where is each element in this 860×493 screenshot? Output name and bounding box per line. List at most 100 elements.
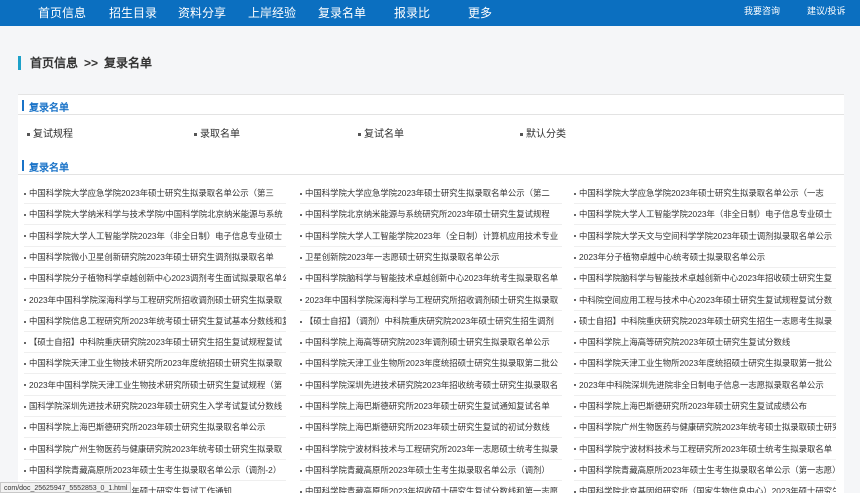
list-item-title: 硕士自招】中科院重庆研究院2023年硕士研究生招生一志愿考生拟录 <box>579 315 833 326</box>
list-item-title: 2023年中国科学院深海科学与工程研究所招收调剂硕士研究生拟录取 <box>305 294 559 305</box>
consult-link[interactable]: 我要咨询 <box>744 0 780 22</box>
nav-admission-catalog[interactable]: 招生目录 <box>109 0 157 26</box>
list-item[interactable]: 【硕士自招】（调剂）中科院重庆研究院2023年硕士研究生招生调剂 <box>300 311 562 332</box>
bullet-icon <box>24 214 26 217</box>
list-item[interactable]: 中国科学院上海巴斯德研究所2023年硕士研究生复试成绩公布 <box>574 396 836 417</box>
list-item[interactable]: 硕士自招】中科院重庆研究院2023年硕士研究生招生一志愿考生拟录 <box>574 311 836 332</box>
category-link-admission-list[interactable]: 录取名单 <box>194 125 240 140</box>
list-item-title: 中国科学院青藏高原所2023年硕士生考生拟录取名单公示（调剂） <box>305 464 550 475</box>
category-link-default[interactable]: 默认分类 <box>520 125 566 140</box>
bullet-icon <box>300 192 302 195</box>
bullet-icon <box>194 132 197 136</box>
list-item[interactable]: 中国科学院脑科学与智能技术卓越创新中心2023年统考生拟录取名单 <box>300 268 562 290</box>
category-link-retest-rules[interactable]: 复试规程 <box>27 125 73 140</box>
list-item[interactable]: 中国科学院大学应急学院2023年硕士研究生拟录取名单公示（一志 <box>574 183 836 204</box>
list-item-title: 中国科学院青藏高原所2023年招收硕士研究生复试分数线和第一志愿 <box>305 486 559 493</box>
list-item[interactable]: 中国科学院大学人工智能学院2023年（非全日制）电子信息专业硕士 <box>574 204 836 226</box>
feedback-link[interactable]: 建议/投诉 <box>807 0 846 22</box>
list-item-title: 中国科学院大学应急学院2023年硕士研究生拟录取名单公示（第三 <box>29 188 274 198</box>
breadcrumb-home[interactable]: 首页信息 <box>30 56 78 70</box>
list-item[interactable]: 中国科学院北京纳米能源与系统研究所2023年硕士研究生复试规程 <box>300 204 562 226</box>
nav-admission-lists[interactable]: 复录名单 <box>318 0 366 26</box>
list-item[interactable]: 中国科学院天津工业生物所2023年度统招硕士研究生拟录取第二批公 <box>300 353 562 375</box>
list-item-title: 中国科学院分子植物科学卓越创新中心2023调剂考生面试拟录取名单公 <box>29 273 286 284</box>
section-accent-bar <box>22 160 24 171</box>
list-item[interactable]: 卫星创新院2023年一志愿硕士研究生拟录取名单公示 <box>300 247 562 268</box>
list-item-title: 中国科学院北京基因组研究所（国家生物信息中心）2023年硕士研究生复 <box>579 486 836 493</box>
list-item[interactable]: 中国科学院分子植物科学卓越创新中心2023调剂考生面试拟录取名单公 <box>24 268 286 290</box>
bullet-icon <box>574 405 576 408</box>
section-title: 复录名单 <box>29 103 69 114</box>
list-item[interactable]: 中国科学院北京基因组研究所（国家生物信息中心）2023年硕士研究生复 <box>574 481 836 493</box>
list-item-title: 中国科学院宁波材料技术与工程研究所2023年硕士统考生拟录取名单 <box>579 443 833 454</box>
list-item[interactable]: 中国科学院天津工业生物技术研究所2023年度统招硕士研究生拟录取 <box>24 353 286 375</box>
bullet-icon <box>574 363 576 366</box>
list-item[interactable]: 中国科学院上海巴斯德研究所2023年硕士研究生复试的初试分数线 <box>300 417 562 439</box>
bullet-icon <box>300 469 302 472</box>
list-item[interactable]: 中国科学院大学纳米科学与技术学院/中国科学院北京纳米能源与系统 <box>24 204 286 226</box>
list-item-title: 中国科学院广州生物医药与健康研究院2023年统考硕士拟录取硕士研究生 <box>579 422 836 433</box>
list-item[interactable]: 2023年中国科学院天津工业生物技术研究所硕士研究生复试规程（第 <box>24 375 286 396</box>
bullet-icon <box>300 341 302 344</box>
list-item[interactable]: 中国科学院上海高等研究院2023年硕士研究生复试分数线 <box>574 332 836 354</box>
nav-admission-ratio[interactable]: 报录比 <box>394 0 430 26</box>
bullet-icon <box>574 214 576 217</box>
list-item[interactable]: 中国科学院深圳先进技术研究院2023年招收统考硕士研究生拟录取名 <box>300 375 562 396</box>
nav-home[interactable]: 首页信息 <box>38 0 86 26</box>
list-item-title: 中国科学院青藏高原所2023年硕士生考生拟录取名单公示（第一志愿） <box>579 464 836 475</box>
list-item[interactable]: 中国科学院大学应急学院2023年硕士研究生拟录取名单公示（第二 <box>300 183 562 204</box>
list-item[interactable]: 中科院空间应用工程与技术中心2023年硕士研究生复试规程复试分数 <box>574 290 836 311</box>
list-item[interactable]: 2023年中国科学院深海科学与工程研究所招收调剂硕士研究生拟录取 <box>300 290 562 311</box>
category-link-retest-list[interactable]: 复试名单 <box>358 125 404 140</box>
nav-materials-share[interactable]: 资料分享 <box>178 0 226 26</box>
bullet-icon <box>24 448 26 451</box>
nav-more[interactable]: 更多 <box>468 0 492 26</box>
list-item[interactable]: 中国科学院青藏高原所2023年招收硕士研究生复试分数线和第一志愿 <box>300 481 562 493</box>
bullet-icon <box>300 427 302 430</box>
list-item[interactable]: 中国科学院青藏高原所2023年硕士生考生拟录取名单公示（调剂） <box>300 460 562 481</box>
bullet-icon <box>24 341 26 344</box>
list-item[interactable]: 中国科学院大学应急学院2023年硕士研究生拟录取名单公示（第三 <box>24 183 286 204</box>
list-item-title: 2023年中国科学院深海科学与工程研究所招收调剂硕士研究生拟录取 <box>29 294 283 305</box>
list-item[interactable]: 中国科学院上海巴斯德研究所2023年硕士研究生复试通知复试名单 <box>300 396 562 417</box>
list-item[interactable]: 中国科学院广州生物医药与健康研究院2023年统考硕士研究生拟录取 <box>24 439 286 460</box>
list-item[interactable]: 中国科学院信息工程研究所2023年统考硕士研究生复试基本分数线和复试规 <box>24 311 286 332</box>
list-item-title: 中国科学院上海巴斯德研究所2023年硕士研究生复试成绩公布 <box>579 401 808 411</box>
list-item-title: 中国科学院信息工程研究所2023年统考硕士研究生复试基本分数线和复试规 <box>29 315 286 326</box>
list-item[interactable]: 2023年分子植物卓越中心统考硕士拟录取名单公示 <box>574 247 836 268</box>
list-item[interactable]: 国科学院深圳先进技术研究院2023年硕士研究生入学考试复试分数线 <box>24 396 286 417</box>
list-item[interactable]: 中国科学院大学人工智能学院2023年（非全日制）电子信息专业硕士 <box>24 226 286 247</box>
list-item[interactable]: 中国科学院宁波材料技术与工程研究所2023年一志愿硕士统考生拟录 <box>300 439 562 460</box>
list-item[interactable]: 中国科学院青藏高原所2023年硕士生考生拟录取名单公示（调剂-2） <box>24 460 286 481</box>
list-item-title: 中国科学院北京纳米能源与系统研究所2023年硕士研究生复试规程 <box>305 209 550 220</box>
list-item[interactable]: 2023年中科院深圳先进院非全日制电子信息一志愿拟录取名单公示 <box>574 375 836 396</box>
list-item[interactable]: 中国科学院脑科学与智能技术卓越创新中心2023年招收硕士研究生复 <box>574 268 836 290</box>
bullet-icon <box>574 299 576 302</box>
list-item[interactable]: 中国科学院上海高等研究院2023年调剂硕士研究生拟录取名单公示 <box>300 332 562 354</box>
bullet-icon <box>358 132 361 136</box>
list-item-title: 中国科学院脑科学与智能技术卓越创新中心2023年招收硕士研究生复 <box>579 273 833 284</box>
list-item[interactable]: 中国科学院上海巴斯德研究所2023年硕士研究生拟录取名单公示 <box>24 417 286 439</box>
bullet-icon <box>574 448 576 451</box>
bullet-icon <box>24 192 26 195</box>
list-item[interactable]: 中国科学院青藏高原所2023年硕士生考生拟录取名单公示（第一志愿） <box>574 460 836 481</box>
bullet-icon <box>574 427 576 430</box>
bullet-icon <box>520 132 523 136</box>
list-item[interactable]: 中国科学院大学天文与空间科学学院2023年硕士调剂拟录取名单公示 <box>574 226 836 247</box>
list-item[interactable]: 2023年中国科学院深海科学与工程研究所招收调剂硕士研究生拟录取 <box>24 290 286 311</box>
bullet-icon <box>574 320 576 323</box>
list-item[interactable]: 中国科学院广州生物医药与健康研究院2023年统考硕士拟录取硕士研究生 <box>574 417 836 439</box>
breadcrumb-current: 复录名单 <box>104 56 153 70</box>
list-item-title: 中科院空间应用工程与技术中心2023年硕士研究生复试规程复试分数 <box>579 294 833 305</box>
nav-success-experience[interactable]: 上岸经验 <box>248 0 296 26</box>
bullet-icon <box>24 256 26 259</box>
section-header-list: 复录名单 <box>18 157 844 175</box>
list-item[interactable]: 中国科学院微小卫星创新研究院2023年硕士研究生调剂拟录取名单 <box>24 247 286 268</box>
list-item[interactable]: 中国科学院大学人工智能学院2023年（全日制）计算机应用技术专业 <box>300 226 562 247</box>
bullet-icon <box>300 320 302 323</box>
list-item[interactable]: 中国科学院天津工业生物所2023年度统招硕士研究生拟录取第一批公 <box>574 353 836 375</box>
bullet-icon <box>24 299 26 302</box>
list-item-title: 【硕士自招】（调剂）中科院重庆研究院2023年硕士研究生招生调剂 <box>305 315 554 326</box>
list-item[interactable]: 中国科学院宁波材料技术与工程研究所2023年硕士统考生拟录取名单 <box>574 439 836 460</box>
list-item[interactable]: 【硕士自招】中科院重庆研究院2023年硕士研究生招生复试规程复试 <box>24 332 286 354</box>
